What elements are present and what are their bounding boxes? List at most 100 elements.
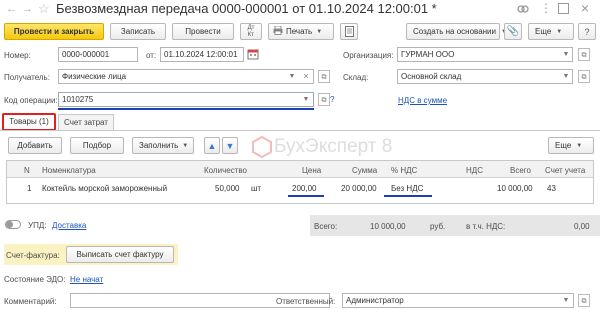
responsible-label: Ответственный: [276,297,336,306]
cell-qty: 50,000 [215,184,240,193]
date-input[interactable]: 01.10.2024 12:00:01 [160,47,244,62]
col-header-account: Счет учета [545,166,586,175]
doc-attach-button[interactable] [340,23,358,40]
cell-item: Коктейль морской замороженный [42,184,168,193]
cell-vat-pct: Без НДС [391,184,424,193]
col-header-price: Цена [302,166,322,175]
opcode-label: Код операции: [4,96,58,105]
vat-in-sum-link[interactable]: НДС в сумме [398,96,447,105]
issue-invoice-button[interactable]: Выписать счет фактуру [66,246,174,263]
dropdown-icon[interactable]: ▼ [560,294,572,307]
vat-included-value: 0,00 [574,222,590,231]
chevron-down-icon: ▼ [556,28,563,35]
fill-button[interactable]: Заполнить ▼ [132,137,194,154]
save-button[interactable]: Записать [110,23,166,40]
open-icon[interactable]: ⧉ [318,93,330,106]
upd-toggle[interactable] [5,220,21,229]
number-label: Номер: [4,51,31,60]
comment-label: Комментарий: [4,297,57,306]
price-highlight-underline [288,195,324,197]
vat-pct-highlight-underline [384,195,432,197]
move-down-button[interactable]: ▼ [222,137,238,154]
fill-label: Заполнить [139,141,179,150]
col-header-sum: Сумма [352,166,378,175]
watermark-logo: БухЭксперт 8 [252,136,452,160]
number-input[interactable]: 0000-000001 [58,47,138,62]
dt-kt-icon: Дт Кт [247,24,255,38]
table-more-label: Еще [555,141,572,150]
cell-sum: 20 000,00 [341,184,377,193]
post-button[interactable]: Провести [172,23,234,40]
close-icon[interactable]: × [578,0,592,16]
cell-account: 43 [547,184,556,193]
totals-panel [310,215,600,236]
col-header-item: Номенклатура [42,166,96,175]
dropdown-icon[interactable]: ▼ [560,48,572,61]
edo-status-link[interactable]: Не начат [70,275,103,284]
invoice-label: Счет-фактура: [6,251,60,260]
more-label: Еще [535,27,552,36]
dropdown-icon[interactable]: ▼ [560,70,572,83]
add-row-button[interactable]: Добавить [8,137,62,154]
help-button[interactable]: ? [578,23,596,40]
print-label: Печать [286,27,313,36]
recipient-input[interactable]: Физические лица [58,69,314,84]
open-icon[interactable]: ⧉ [578,294,590,307]
dt-kt-button[interactable]: Дт Кт [240,23,262,40]
vat-included-label: в т.ч. НДС: [466,222,506,231]
cell-n: 1 [27,184,32,193]
open-icon[interactable]: ⧉ [318,70,330,83]
select-button[interactable]: Подбор [70,137,124,154]
open-icon[interactable]: ⧉ [578,70,590,83]
menu-dots-icon[interactable]: ⋮ [540,0,552,16]
opcode-input[interactable]: 1010275 [58,92,314,107]
opcode-highlight-underline [58,108,314,110]
warehouse-label: Склад: [343,73,369,82]
clear-icon[interactable]: × [300,70,312,83]
post-and-close-button[interactable]: Провести и закрыть [4,23,104,40]
toggle-knob-icon [6,221,13,228]
move-up-button[interactable]: ▲ [204,137,220,154]
tab-cost-account[interactable]: Счет затрат [58,114,114,130]
printer-icon [273,25,283,37]
nav-forward-icon[interactable]: → [22,3,34,15]
watermark-text: БухЭксперт 8 [274,136,393,157]
tab-goods[interactable]: Товары (1) [2,113,56,131]
window-title: Безвозмездная передача 0000-000001 от 01… [56,1,437,16]
more-button[interactable]: Еще ▼ [528,23,574,40]
calendar-icon[interactable] [247,48,259,60]
col-header-qty: Количество [204,166,247,175]
chevron-down-icon: ▼ [576,142,583,149]
total-label: Всего: [314,222,338,231]
col-header-vat-pct: % НДС [391,166,418,175]
link-icon[interactable] [516,2,530,16]
cell-total: 10 000,00 [497,184,533,193]
favorite-star-icon[interactable]: ☆ [38,2,52,16]
chevron-down-icon: ▼ [182,142,189,149]
warehouse-input[interactable]: Основной склад [397,69,573,84]
org-input[interactable]: ГУРМАН ООО [397,47,573,62]
currency-label: руб. [430,222,446,231]
upd-delivery-link[interactable]: Доставка [52,221,86,230]
recipient-label: Получатель: [4,73,50,82]
help-question-link[interactable]: ? [330,95,334,104]
upd-label: УПД: [28,221,47,230]
cell-unit: шт [251,184,262,193]
dropdown-icon[interactable]: ▼ [300,93,312,106]
col-header-vat: НДС [466,166,483,175]
table-more-button[interactable]: Еще ▼ [548,137,594,154]
create-based-on-menu[interactable]: Создать на основании ▼ [406,23,507,40]
chevron-down-icon: ▼ [316,28,323,35]
total-value: 10 000,00 [370,222,406,231]
col-header-n: N [24,166,30,175]
print-button[interactable]: Печать ▼ [268,23,334,40]
attach-button[interactable]: 📎 [504,23,522,40]
open-icon[interactable]: ⧉ [578,48,590,61]
arrow-up-icon: ▲ [207,140,217,151]
dropdown-icon[interactable]: ▼ [286,70,298,83]
tab-divider [0,130,600,131]
nav-back-icon[interactable]: ← [6,3,18,15]
responsible-input[interactable]: Администратор [342,293,574,308]
create-based-on-label: Создать на основании [413,27,496,36]
maximize-icon[interactable] [558,3,569,14]
